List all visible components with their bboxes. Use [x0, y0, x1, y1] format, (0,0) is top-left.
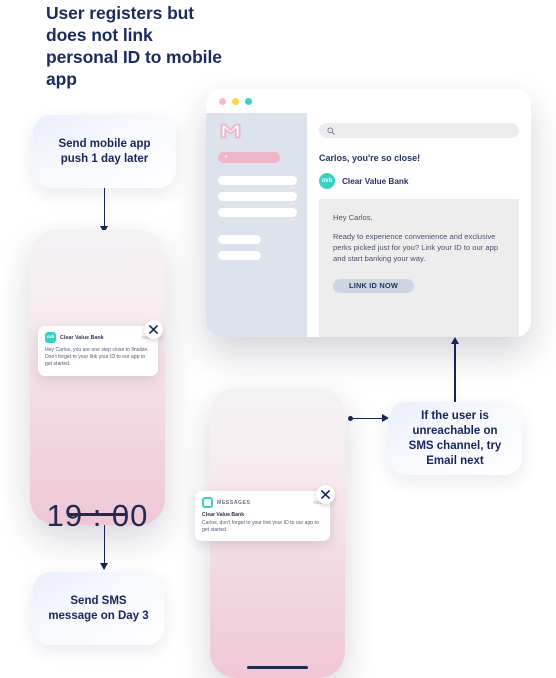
arrow-up-icon	[450, 337, 459, 344]
lockscreen-clock: 19 : 00	[46, 498, 149, 533]
messages-app-icon	[202, 497, 213, 508]
sidebar-item-label-1[interactable]	[218, 235, 261, 244]
close-icon	[149, 325, 158, 334]
window-titlebar	[206, 89, 531, 113]
arrow-down-icon	[99, 563, 108, 570]
sidebar-item-starred[interactable]	[218, 192, 297, 201]
sidebar-divider	[218, 224, 299, 235]
home-indicator	[247, 666, 308, 669]
sidebar-item-sent[interactable]	[218, 208, 297, 217]
home-indicator	[67, 513, 127, 516]
sidebar-item-label-2[interactable]	[218, 251, 261, 260]
push-notification-card[interactable]: cvb Clear Value Bank now Hey Carlos, you…	[38, 326, 158, 376]
email-subject: Carlos, you're so close!	[319, 153, 421, 163]
window-body: + Carlos, you're so close! cvb Clear Val…	[206, 113, 531, 337]
callout-email-fallback[interactable]: If the user is unreachable on SMS channe…	[388, 402, 522, 475]
email-greeting: Hey Carlos,	[333, 213, 373, 222]
flow-diagram-canvas: User registers but does not link persona…	[0, 0, 556, 678]
email-client-window: + Carlos, you're so close! cvb Clear Val…	[206, 89, 531, 337]
notification-sender: Clear Value Bank	[202, 512, 245, 518]
clear-value-bank-app-icon: cvb	[45, 332, 56, 343]
page-title: User registers but does not link persona…	[46, 3, 222, 89]
connector-email-to-window	[454, 340, 456, 402]
email-paragraph: Ready to experience convenience and excl…	[333, 232, 499, 263]
window-close-icon[interactable]	[219, 97, 226, 105]
email-sender-row: cvb Clear Value Bank	[319, 173, 519, 189]
email-message-card: Hey Carlos, Ready to experience convenie…	[319, 199, 519, 337]
dismiss-push-button[interactable]	[144, 320, 163, 339]
phone-mockup-push: 19 : 00	[30, 230, 165, 533]
sidebar-item-inbox[interactable]	[218, 176, 297, 185]
callout-send-push[interactable]: Send mobile app push 1 day later	[33, 115, 176, 188]
notification-body: Hey Carlos, you are one step close to fi…	[45, 347, 149, 368]
avatar: cvb	[319, 173, 335, 189]
notification-header: cvb Clear Value Bank now	[45, 332, 151, 343]
search-icon	[327, 127, 335, 135]
notification-app-name: Clear Value Bank	[60, 334, 104, 341]
mail-sidebar: +	[206, 113, 307, 337]
gmail-logo-icon	[220, 123, 241, 139]
notification-app-name: MESSAGES	[217, 499, 251, 506]
dismiss-sms-button[interactable]	[316, 485, 335, 504]
callout-send-sms[interactable]: Send SMS message on Day 3	[33, 572, 164, 645]
link-id-now-button[interactable]: LINK ID NOW	[333, 278, 415, 293]
notification-body: Carlos, don't forget to your link your I…	[202, 519, 319, 533]
compose-button[interactable]: +	[218, 152, 280, 163]
window-minimize-icon[interactable]	[232, 97, 239, 105]
window-maximize-icon[interactable]	[245, 97, 252, 105]
search-input[interactable]	[319, 123, 519, 138]
mail-content: Carlos, you're so close! cvb Clear Value…	[307, 113, 531, 337]
connector-push-to-phone	[103, 188, 106, 230]
close-icon	[321, 490, 330, 499]
email-sender-name: Clear Value Bank	[342, 176, 409, 186]
notification-header: MESSAGES now	[202, 497, 323, 508]
sms-notification-card[interactable]: MESSAGES now Clear Value Bank Carlos, do…	[195, 491, 330, 541]
